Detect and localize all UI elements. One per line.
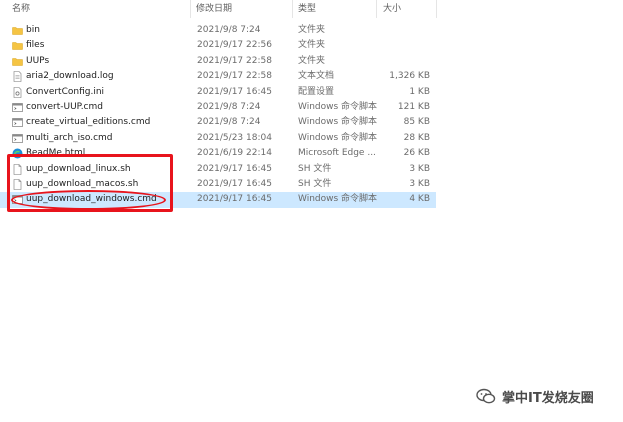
file-name: aria2_download.log: [26, 71, 114, 82]
file-date: 2021/9/17 16:45: [197, 86, 272, 97]
file-size: 4 KB: [409, 194, 430, 205]
file-type: Windows 命令脚本: [298, 101, 378, 112]
column-header-size[interactable]: 大小: [383, 3, 401, 17]
file-date: 2021/9/17 22:58: [197, 55, 272, 66]
file-size: 3 KB: [409, 178, 430, 189]
file-type: 配置设置: [298, 86, 335, 97]
file-date: 2021/9/17 16:45: [197, 194, 272, 205]
file-type: SH 文件: [298, 178, 332, 189]
cmd-file-icon: [12, 117, 23, 128]
file-type: 文件夹: [298, 55, 326, 66]
column-divider[interactable]: [292, 0, 293, 18]
file-date: 2021/9/17 22:56: [197, 40, 272, 51]
file-name: create_virtual_editions.cmd: [26, 117, 151, 128]
file-type: 文本文档: [298, 71, 335, 82]
file-date: 2021/6/19 22:14: [197, 148, 272, 159]
file-size: 26 KB: [403, 148, 430, 159]
file-type: Windows 命令脚本: [298, 194, 378, 205]
file-date: 2021/9/8 7:24: [197, 101, 261, 112]
file-name: ConvertConfig.ini: [26, 86, 105, 97]
text-file-icon: [12, 71, 23, 82]
file-row[interactable]: UUPs 2021/9/17 22:58 文件夹: [0, 54, 436, 69]
file-row[interactable]: ConvertConfig.ini 2021/9/17 16:45 配置设置 1 KB: [0, 85, 436, 100]
file-date: 2021/9/17 16:45: [197, 163, 272, 174]
watermark: 掌中IT发烧友圈: [476, 385, 594, 407]
folder-icon: [12, 25, 23, 36]
column-header-date[interactable]: 修改日期: [196, 3, 232, 17]
watermark-text: 掌中IT发烧友圈: [502, 390, 594, 406]
file-size: 121 KB: [397, 101, 430, 112]
file-date: 2021/9/8 7:24: [197, 117, 261, 128]
file-name: convert-UUP.cmd: [26, 101, 103, 112]
file-type: 文件夹: [298, 40, 326, 51]
file-size: 28 KB: [403, 132, 430, 143]
file-name: multi_arch_iso.cmd: [26, 132, 113, 143]
file-date: 2021/9/17 16:45: [197, 178, 272, 189]
file-type: Windows 命令脚本: [298, 117, 378, 128]
annotation-ellipse: [11, 190, 166, 210]
file-date: 2021/9/17 22:58: [197, 71, 272, 82]
file-size: 3 KB: [409, 163, 430, 174]
column-divider[interactable]: [436, 0, 437, 18]
file-type: Microsoft Edge ...: [298, 148, 376, 159]
file-type: Windows 命令脚本: [298, 132, 378, 143]
wechat-logo-icon: [476, 388, 496, 404]
file-type: 文件夹: [298, 25, 326, 35]
file-row[interactable]: multi_arch_iso.cmd 2021/5/23 18:04 Windows…: [0, 131, 436, 146]
sort-chevron-up-icon: ^: [96, 0, 103, 4]
file-date: 2021/5/23 18:04: [197, 132, 272, 143]
column-divider[interactable]: [376, 0, 377, 18]
cmd-file-icon: [12, 133, 23, 144]
file-name: UUPs: [26, 55, 50, 66]
file-row[interactable]: create_virtual_editions.cmd 2021/9/8 7:24…: [0, 115, 436, 130]
config-file-icon: [12, 86, 23, 98]
column-header-type[interactable]: 类型: [298, 3, 316, 17]
file-row[interactable]: convert-UUP.cmd 2021/9/8 7:24 Windows 命令脚本…: [0, 100, 436, 115]
column-header-row: ^ 名称 修改日期 类型 大小: [0, 0, 437, 18]
file-size: 1 KB: [409, 86, 430, 97]
folder-icon: [12, 40, 23, 51]
column-divider[interactable]: [190, 0, 191, 18]
file-row[interactable]: aria2_download.log 2021/9/17 22:58 文本文档 1,3…: [0, 69, 436, 84]
file-size: 85 KB: [403, 117, 430, 128]
file-size: 1,326 KB: [389, 71, 430, 82]
file-row[interactable]: bin 2021/9/8 7:24 文件夹: [0, 23, 436, 38]
folder-icon: [12, 56, 23, 67]
file-row[interactable]: files 2021/9/17 22:56 文件夹: [0, 38, 436, 53]
file-name: files: [26, 40, 45, 51]
file-explorer-screenshot: ^ 名称 修改日期 类型 大小 bin2021/9/8 7:24文件夹files…: [0, 0, 623, 422]
file-name: bin: [26, 25, 40, 35]
cmd-file-icon: [12, 102, 23, 113]
column-header-name[interactable]: 名称: [12, 3, 30, 17]
file-date: 2021/9/8 7:24: [197, 25, 261, 35]
file-type: SH 文件: [298, 163, 332, 174]
